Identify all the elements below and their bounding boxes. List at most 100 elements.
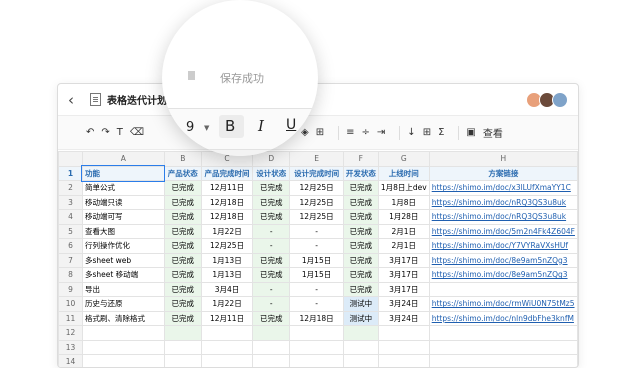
cell[interactable]: 测试中 — [343, 297, 378, 312]
column-header[interactable]: H — [429, 152, 577, 167]
cell[interactable]: 1月15日 — [290, 253, 344, 268]
cell[interactable]: 12月11日 — [201, 181, 252, 196]
cell[interactable] — [201, 326, 252, 341]
cell[interactable]: 产品状态 — [164, 166, 201, 181]
cell[interactable]: - — [290, 282, 344, 297]
undo-icon[interactable]: ↶ — [86, 127, 94, 138]
cell[interactable]: 已完成 — [253, 311, 290, 326]
row-number[interactable]: 2 — [59, 181, 83, 196]
sum-icon[interactable]: Σ — [438, 127, 444, 138]
cell[interactable]: 1月15日 — [290, 268, 344, 283]
cell[interactable]: 已完成 — [164, 224, 201, 239]
cell[interactable]: 12月25日 — [290, 195, 344, 210]
cell[interactable] — [164, 340, 201, 355]
spreadsheet-grid[interactable]: A B C D E F G H 1功能产品状态产品完成时间设计状态设计完成时间开… — [58, 151, 578, 368]
cell[interactable]: 1月8日上dev — [378, 181, 429, 196]
cell[interactable] — [253, 326, 290, 341]
format-painter-icon[interactable]: T — [117, 127, 123, 138]
cell[interactable]: - — [253, 282, 290, 297]
cell[interactable]: 方案链接 — [429, 166, 577, 181]
cell[interactable]: 已完成 — [164, 210, 201, 225]
cell[interactable]: 已完成 — [343, 224, 378, 239]
cell[interactable]: https://shimo.im/doc/rmWiU0N75tMz5 — [429, 297, 577, 312]
cell[interactable] — [253, 340, 290, 355]
cell[interactable] — [82, 340, 164, 355]
column-header[interactable]: G — [378, 152, 429, 167]
bold-button[interactable]: B — [225, 117, 235, 135]
freeze-icon[interactable]: ⊞ — [423, 127, 431, 138]
cell[interactable]: 历史与还原 — [82, 297, 164, 312]
cell[interactable] — [201, 340, 252, 355]
cell[interactable] — [164, 326, 201, 341]
collaborator-avatars[interactable] — [529, 92, 568, 108]
italic-button[interactable]: I — [258, 117, 264, 135]
cell[interactable]: 上线时间 — [378, 166, 429, 181]
cell[interactable]: 3月24日 — [378, 297, 429, 312]
back-arrow-icon[interactable]: ‹ — [68, 91, 84, 109]
cell[interactable]: 12月18日 — [290, 311, 344, 326]
cell[interactable]: https://shimo.im/doc/8e9am5nZQg3 — [429, 268, 577, 283]
cell[interactable]: 已完成 — [164, 297, 201, 312]
align-icon[interactable]: ≡ — [346, 127, 354, 138]
row-number[interactable]: 6 — [59, 239, 83, 254]
row-number[interactable]: 11 — [59, 311, 83, 326]
cell[interactable]: - — [253, 239, 290, 254]
cell[interactable]: 已完成 — [164, 253, 201, 268]
cell[interactable]: 产品完成时间 — [201, 166, 252, 181]
cell[interactable]: 2月1日 — [378, 224, 429, 239]
row-number[interactable]: 4 — [59, 210, 83, 225]
cell[interactable]: https://shimo.im/doc/5m2n4Fk4Z604F — [429, 224, 577, 239]
row-number[interactable]: 13 — [59, 340, 83, 355]
row-number[interactable]: 3 — [59, 195, 83, 210]
cell[interactable]: 12月18日 — [201, 195, 252, 210]
cell[interactable]: 1月22日 — [201, 224, 252, 239]
cell[interactable]: 已完成 — [253, 210, 290, 225]
column-header[interactable]: A — [82, 152, 164, 167]
cell[interactable]: 已完成 — [164, 282, 201, 297]
cell[interactable]: 已完成 — [343, 282, 378, 297]
cell[interactable]: 已完成 — [343, 253, 378, 268]
cell[interactable] — [429, 326, 577, 341]
cell[interactable]: 导出 — [82, 282, 164, 297]
cell[interactable]: 移动端只读 — [82, 195, 164, 210]
cell[interactable]: 开发状态 — [343, 166, 378, 181]
cell[interactable]: 12月18日 — [201, 210, 252, 225]
cell[interactable]: 设计完成时间 — [290, 166, 344, 181]
row-number[interactable]: 10 — [59, 297, 83, 312]
row-number[interactable]: 5 — [59, 224, 83, 239]
cell[interactable]: 3月17日 — [378, 282, 429, 297]
cell[interactable]: 功能 — [82, 166, 164, 181]
image-icon[interactable]: ▣ — [466, 127, 475, 138]
cell[interactable]: https://shimo.im/doc/x3lLUfXmaYY1C — [429, 181, 577, 196]
cell[interactable]: 3月17日 — [378, 268, 429, 283]
cell[interactable]: 1月13日 — [201, 253, 252, 268]
cell[interactable]: 3月17日 — [378, 253, 429, 268]
cell[interactable]: 1月28日 — [378, 210, 429, 225]
cell[interactable]: - — [290, 224, 344, 239]
cell[interactable]: 已完成 — [253, 195, 290, 210]
cell[interactable]: 已完成 — [164, 268, 201, 283]
cell[interactable]: 已完成 — [164, 195, 201, 210]
row-number[interactable]: 8 — [59, 268, 83, 283]
cell[interactable] — [290, 326, 344, 341]
cell[interactable]: https://shimo.im/doc/nln9dbFhe3knfM — [429, 311, 577, 326]
cell[interactable]: 已完成 — [343, 195, 378, 210]
cell[interactable] — [378, 340, 429, 355]
cell[interactable]: 行列操作优化 — [82, 239, 164, 254]
cell[interactable]: 3月24日 — [378, 311, 429, 326]
cell[interactable]: https://shimo.im/doc/nRQ3QS3u8uk — [429, 195, 577, 210]
cell[interactable]: - — [290, 239, 344, 254]
cell[interactable] — [429, 340, 577, 355]
underline-button[interactable]: U — [286, 117, 296, 133]
cell[interactable]: 设计状态 — [253, 166, 290, 181]
cell[interactable]: https://shimo.im/doc/8e9am5nZQg3 — [429, 253, 577, 268]
cell[interactable]: 简单公式 — [82, 181, 164, 196]
row-number[interactable]: 7 — [59, 253, 83, 268]
cell[interactable]: 1月8日 — [378, 195, 429, 210]
cell[interactable]: 已完成 — [253, 253, 290, 268]
font-size-select[interactable]: 9 — [186, 120, 194, 135]
cell[interactable]: 格式刷、清除格式 — [82, 311, 164, 326]
view-button[interactable]: 查看 — [483, 125, 503, 140]
cell[interactable]: 已完成 — [343, 181, 378, 196]
cell[interactable]: 12月25日 — [290, 210, 344, 225]
